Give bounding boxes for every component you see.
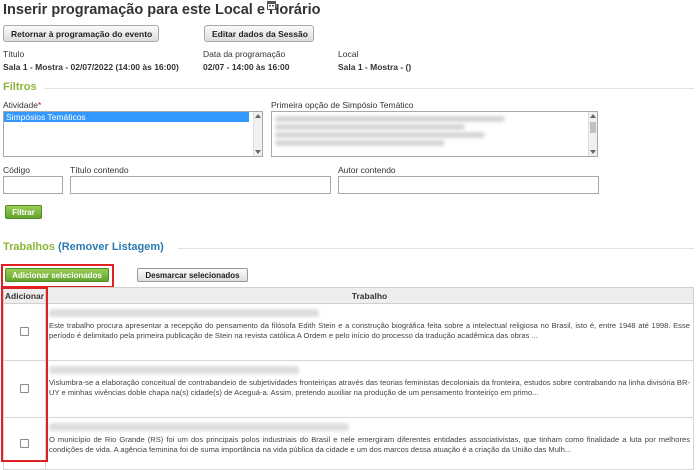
data-value: 02/07 - 14:00 às 16:00 [203, 62, 290, 72]
works-table: Adicionar Trabalho Este trabalho procura… [3, 287, 694, 470]
filter-button[interactable]: Filtrar [5, 205, 42, 219]
work-abstract: Este trabalho procura apresentar a recep… [49, 321, 690, 340]
scroll-up-icon[interactable] [590, 114, 596, 118]
column-header-trabalho: Trabalho [45, 287, 694, 304]
work-cell: Este trabalho procura apresentar a recep… [45, 303, 694, 361]
titulo-contendo-label: Título contendo [70, 165, 129, 175]
edit-session-button[interactable]: Editar dados da Sessão [204, 25, 314, 42]
codigo-label: Código [3, 165, 30, 175]
works-divider [178, 248, 694, 249]
atividade-option[interactable]: Simpósios Temáticos [4, 112, 249, 122]
blurred-work-title [49, 309, 319, 317]
scroll-down-icon[interactable] [255, 150, 261, 154]
highlight-add-column [1, 287, 48, 462]
titulo-contendo-input[interactable] [70, 176, 331, 194]
local-label: Local [338, 49, 359, 59]
table-row: O município de Rio Grande (RS) foi um do… [3, 417, 694, 470]
autor-contendo-label: Autor contendo [338, 165, 396, 175]
highlight-add-button [1, 264, 114, 288]
primeira-opcao-label: Primeira opção de Simpósio Temático [271, 100, 414, 110]
work-abstract: O município de Rio Grande (RS) foi um do… [49, 435, 690, 454]
atividade-select[interactable]: Simpósios Temáticos [3, 111, 263, 157]
primeira-opcao-scrollbar[interactable] [588, 112, 597, 156]
work-cell: O município de Rio Grande (RS) foi um do… [45, 417, 694, 470]
scroll-up-icon[interactable] [255, 114, 261, 118]
back-to-program-label: Retornar à programação do evento [11, 28, 153, 39]
calendar-icon [267, 1, 276, 10]
titulo-value: Sala 1 - Mostra - 02/07/2022 (14:00 às 1… [3, 62, 179, 72]
primeira-opcao-select[interactable] [271, 111, 598, 157]
filters-section-title: Filtros [3, 81, 37, 93]
blurred-options [272, 112, 597, 146]
codigo-input[interactable] [3, 176, 63, 194]
remove-listing-link[interactable]: (Remover Listagem) [58, 241, 164, 253]
titulo-label: Título [3, 49, 25, 59]
works-section-title: Trabalhos (Remover Listagem) [3, 241, 164, 253]
atividade-scrollbar[interactable] [253, 112, 262, 156]
work-abstract: Vislumbra-se a elaboração conceitual de … [49, 378, 690, 397]
table-row: Este trabalho procura apresentar a recep… [3, 303, 694, 361]
edit-session-label: Editar dados da Sessão [212, 28, 308, 39]
unmark-selected-button[interactable]: Desmarcar selecionados [137, 268, 248, 282]
data-label: Data da programação [203, 49, 286, 59]
autor-contendo-input[interactable] [338, 176, 599, 194]
local-value: Sala 1 - Mostra - () [338, 62, 412, 72]
filters-divider [44, 88, 694, 89]
back-to-program-button[interactable]: Retornar à programação do evento [3, 25, 159, 42]
table-row: Vislumbra-se a elaboração conceitual de … [3, 360, 694, 418]
blurred-work-title [49, 366, 299, 374]
work-cell: Vislumbra-se a elaboração conceitual de … [45, 360, 694, 418]
atividade-label: Atividade* [3, 100, 42, 110]
scroll-down-icon[interactable] [590, 150, 596, 154]
blurred-work-title [49, 423, 349, 431]
scroll-thumb[interactable] [590, 122, 596, 133]
